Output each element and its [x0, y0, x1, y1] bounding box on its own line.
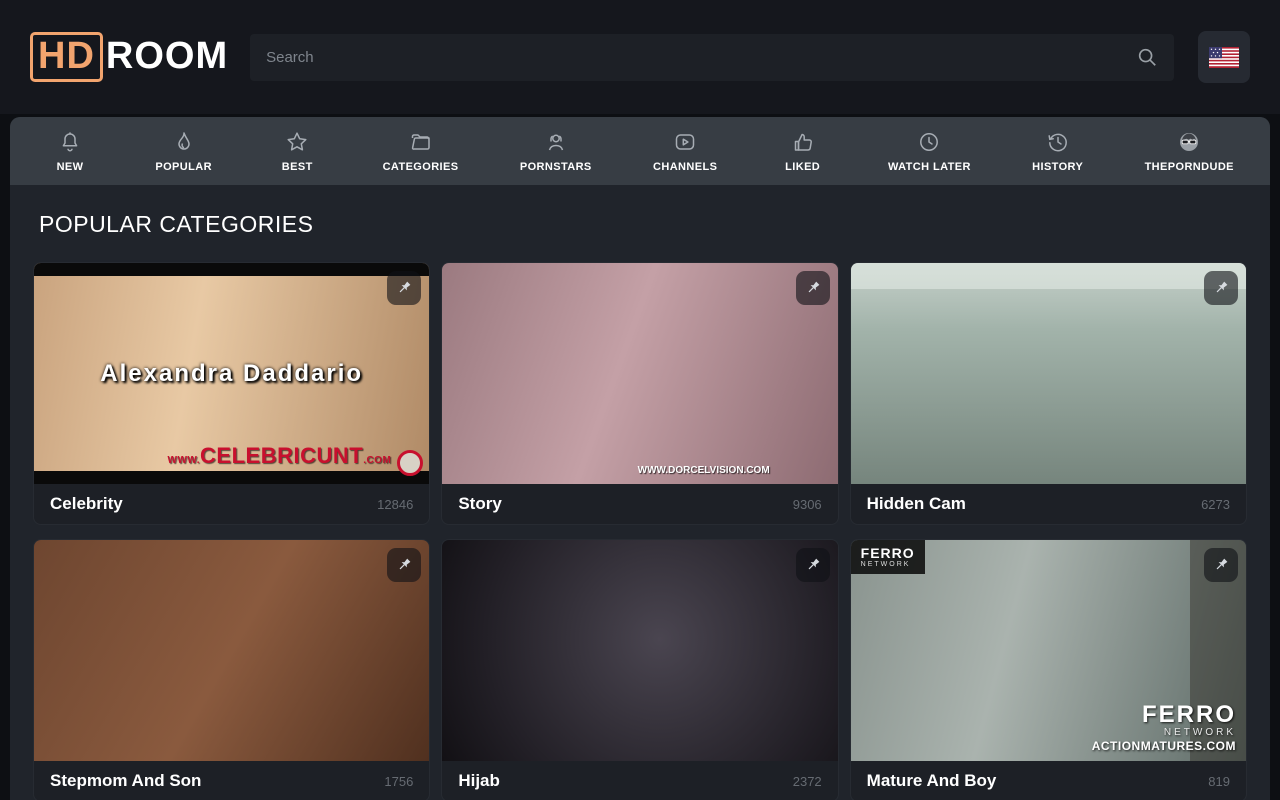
pin-button[interactable]	[796, 271, 830, 305]
thumbnail-placeholder	[34, 540, 429, 761]
nav-item-pornstars[interactable]: PORNSTARS	[514, 117, 598, 185]
history-icon	[1046, 130, 1070, 154]
card-footer: Hijab 2372	[442, 761, 837, 800]
main-panel: NEW POPULAR BEST CATEGORIES	[10, 117, 1270, 800]
card-footer: Mature And Boy 819	[851, 761, 1246, 800]
category-count: 819	[1208, 774, 1230, 789]
play-square-icon	[673, 130, 697, 154]
pin-button[interactable]	[387, 548, 421, 582]
nav-item-channels[interactable]: CHANNELS	[647, 117, 723, 185]
search-bar	[250, 34, 1174, 81]
watermark-text: FERRO NETWORK ACTIONMATURES.COM	[1092, 703, 1236, 755]
category-title: Celebrity	[50, 494, 123, 514]
pushpin-icon	[804, 279, 822, 297]
search-icon[interactable]	[1136, 46, 1158, 68]
main-nav: NEW POPULAR BEST CATEGORIES	[10, 117, 1270, 185]
category-title: Story	[458, 494, 501, 514]
category-card-celebrity[interactable]: Alexandra Daddario WWW.CELEBRICUNT.COM C…	[33, 262, 430, 525]
nav-label: PORNSTARS	[520, 161, 592, 173]
nav-label: POPULAR	[155, 161, 212, 173]
nav-label: NEW	[57, 161, 84, 173]
pin-button[interactable]	[796, 548, 830, 582]
category-title: Hijab	[458, 771, 500, 791]
nav-item-best[interactable]: BEST	[267, 117, 327, 185]
category-count: 6273	[1201, 497, 1230, 512]
pin-button[interactable]	[1204, 548, 1238, 582]
bell-icon	[58, 130, 82, 154]
nav-label: HISTORY	[1032, 161, 1083, 173]
logo-hd: HD	[30, 32, 103, 83]
site-logo[interactable]: HD ROOM	[30, 32, 228, 83]
star-icon	[285, 130, 309, 154]
nav-item-watch-later[interactable]: WATCH LATER	[882, 117, 977, 185]
category-card-mature-and-boy[interactable]: FERRO NETWORK FERRO NETWORK ACTIONMATURE…	[850, 539, 1247, 800]
nav-item-theporndude[interactable]: THEPORNDUDE	[1139, 117, 1240, 185]
category-count: 1756	[384, 774, 413, 789]
category-card-stepmom-and-son[interactable]: Stepmom And Son 1756	[33, 539, 430, 800]
nav-item-liked[interactable]: LIKED	[773, 117, 833, 185]
card-footer: Story 9306	[442, 484, 837, 524]
category-title: Stepmom And Son	[50, 771, 201, 791]
thumbnail-caption: Alexandra Daddario	[34, 360, 429, 388]
nav-item-popular[interactable]: POPULAR	[149, 117, 218, 185]
nav-label: BEST	[282, 161, 313, 173]
thumb-up-icon	[791, 130, 815, 154]
nav-label: CATEGORIES	[383, 161, 459, 173]
category-card-hidden-cam[interactable]: Hidden Cam 6273	[850, 262, 1247, 525]
thumbnail-placeholder	[442, 540, 837, 761]
card-footer: Stepmom And Son 1756	[34, 761, 429, 800]
thumbnail-placeholder: Alexandra Daddario WWW.CELEBRICUNT.COM	[34, 263, 429, 484]
nav-item-history[interactable]: HISTORY	[1026, 117, 1089, 185]
watermark-badge	[397, 450, 423, 476]
nav-label: CHANNELS	[653, 161, 717, 173]
category-count: 2372	[793, 774, 822, 789]
category-card-hijab[interactable]: Hijab 2372	[441, 539, 838, 800]
us-flag-icon	[1209, 47, 1239, 68]
category-title: Mature And Boy	[867, 771, 997, 791]
category-count: 12846	[377, 497, 413, 512]
search-input[interactable]	[266, 49, 1136, 66]
studio-badge: FERRO NETWORK	[851, 540, 925, 574]
thumbnail-placeholder: FERRO NETWORK FERRO NETWORK ACTIONMATURE…	[851, 540, 1246, 761]
pushpin-icon	[1212, 279, 1230, 297]
thumbnail-placeholder: WWW.DORCELVISION.COM	[442, 263, 837, 484]
clock-icon	[917, 130, 941, 154]
category-count: 9306	[793, 497, 822, 512]
category-card-story[interactable]: WWW.DORCELVISION.COM Story 9306	[441, 262, 838, 525]
content-area: POPULAR CATEGORIES Alexandra Daddario WW…	[10, 185, 1270, 800]
pushpin-icon	[395, 279, 413, 297]
pushpin-icon	[1212, 556, 1230, 574]
person-icon	[544, 130, 568, 154]
pushpin-icon	[804, 556, 822, 574]
card-footer: Celebrity 12846	[34, 484, 429, 524]
thumbnail-placeholder	[851, 263, 1246, 484]
folder-icon	[409, 130, 433, 154]
nav-label: THEPORNDUDE	[1145, 161, 1234, 173]
logo-room: ROOM	[106, 35, 228, 78]
nav-label: WATCH LATER	[888, 161, 971, 173]
pushpin-icon	[395, 556, 413, 574]
language-button[interactable]	[1198, 31, 1250, 83]
page-title: POPULAR CATEGORIES	[39, 211, 1241, 238]
watermark-text: WWW.DORCELVISION.COM	[638, 465, 770, 476]
porndude-icon	[1177, 130, 1201, 154]
nav-item-categories[interactable]: CATEGORIES	[377, 117, 465, 185]
pin-button[interactable]	[1204, 271, 1238, 305]
card-footer: Hidden Cam 6273	[851, 484, 1246, 524]
flame-icon	[172, 130, 196, 154]
nav-label: LIKED	[785, 161, 820, 173]
category-title: Hidden Cam	[867, 494, 966, 514]
pin-button[interactable]	[387, 271, 421, 305]
watermark-text: WWW.CELEBRICUNT.COM	[168, 443, 392, 469]
category-grid: Alexandra Daddario WWW.CELEBRICUNT.COM C…	[33, 262, 1247, 800]
nav-item-new[interactable]: NEW	[40, 117, 100, 185]
header: HD ROOM	[0, 0, 1280, 114]
